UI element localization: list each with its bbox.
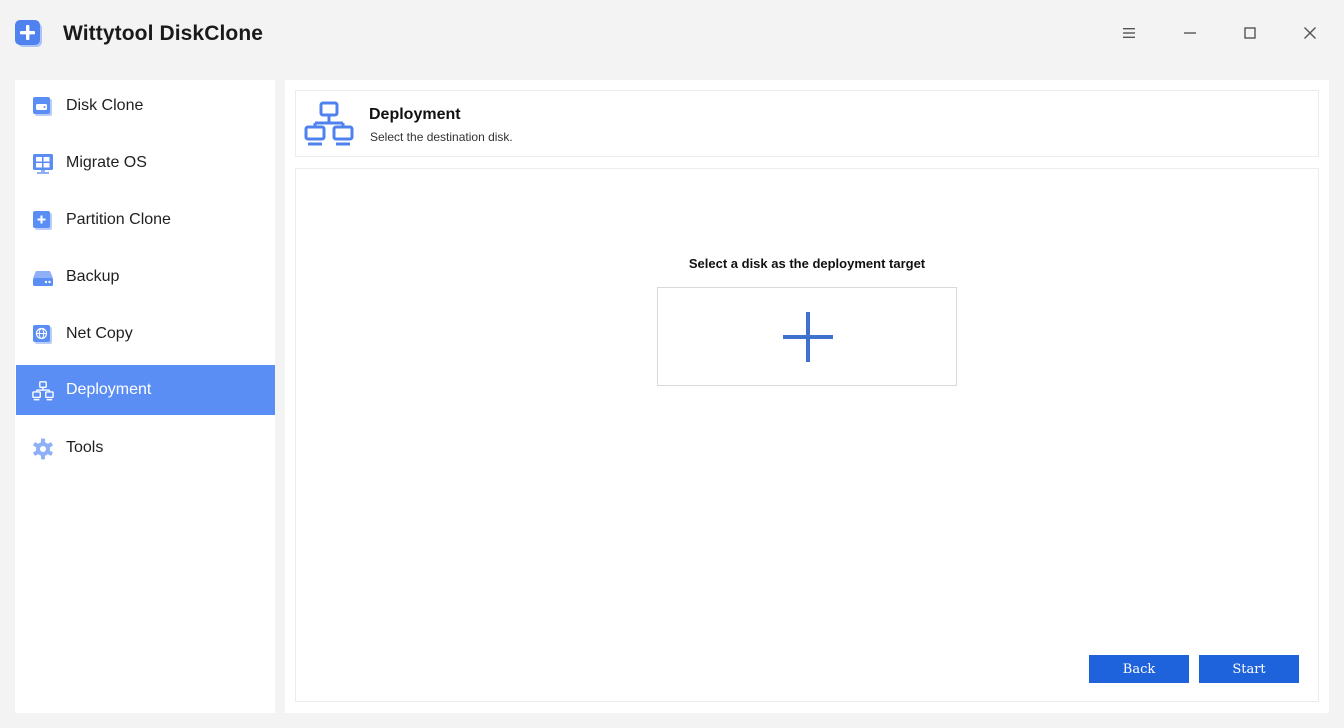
sidebar-item-backup[interactable]: Backup	[16, 252, 275, 302]
sidebar-item-label: Partition Clone	[66, 211, 171, 228]
windows-os-icon	[33, 154, 53, 174]
page-header: Deployment Select the destination disk.	[295, 90, 1319, 157]
plus-square-icon	[15, 20, 42, 47]
sidebar-item-label: Tools	[66, 439, 104, 456]
minimize-button[interactable]	[1177, 20, 1203, 46]
disk-icon	[33, 97, 52, 116]
app-title: Wittytool DiskClone	[63, 22, 264, 45]
sidebar-item-migrate-os[interactable]: Migrate OS	[16, 138, 275, 188]
start-button[interactable]: Start	[1199, 655, 1299, 683]
sidebar-item-partition-clone[interactable]: Partition Clone	[16, 195, 275, 245]
close-icon	[1304, 27, 1316, 39]
network-icon	[304, 101, 354, 146]
page-subtitle: Select the destination disk.	[370, 130, 513, 144]
close-button[interactable]	[1297, 20, 1323, 46]
sidebar-item-tools[interactable]: Tools	[16, 423, 275, 473]
globe-icon	[33, 325, 52, 344]
deployment-content: Select a disk as the deployment target B…	[295, 168, 1319, 702]
minimize-icon	[1184, 32, 1196, 34]
main-panel: Deployment Select the destination disk. …	[285, 80, 1329, 713]
sidebar-item-label: Deployment	[66, 381, 152, 398]
add-target-disk-button[interactable]	[657, 287, 957, 386]
title-bar: Wittytool DiskClone	[0, 0, 1344, 70]
sidebar: Disk Clone Migrate OS Partition Clone Ba…	[15, 80, 275, 713]
back-button[interactable]: Back	[1089, 655, 1189, 683]
partition-icon	[33, 211, 52, 230]
sidebar-item-label: Net Copy	[66, 325, 133, 342]
sidebar-item-net-copy[interactable]: Net Copy	[16, 309, 275, 359]
sidebar-item-label: Backup	[66, 268, 120, 285]
sidebar-item-label: Disk Clone	[66, 97, 144, 114]
sidebar-item-disk-clone[interactable]: Disk Clone	[16, 81, 275, 131]
hamburger-menu-icon	[1123, 28, 1135, 38]
gear-icon	[33, 438, 53, 460]
menu-button[interactable]	[1116, 20, 1142, 46]
backup-drive-icon	[33, 271, 53, 286]
sidebar-item-label: Migrate OS	[66, 154, 147, 171]
network-icon	[32, 381, 54, 401]
sidebar-item-deployment[interactable]: Deployment	[16, 365, 275, 415]
maximize-icon	[1244, 27, 1256, 39]
page-title: Deployment	[369, 106, 461, 123]
select-target-label: Select a disk as the deployment target	[688, 256, 926, 271]
maximize-button[interactable]	[1237, 20, 1263, 46]
